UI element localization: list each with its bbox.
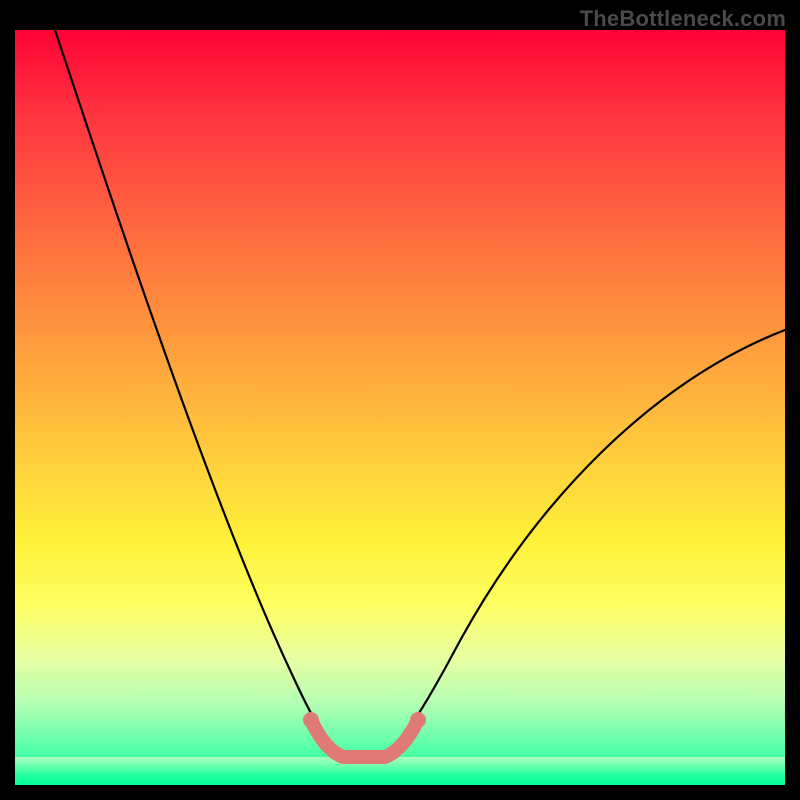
bottleneck-curve (55, 30, 785, 757)
chart-svg (15, 30, 785, 785)
chart-frame: TheBottleneck.com (0, 0, 800, 800)
valley-marker-dot-left (303, 712, 319, 728)
watermark-text: TheBottleneck.com (580, 6, 786, 32)
valley-marker (311, 720, 418, 757)
chart-plot-area (15, 30, 785, 785)
valley-marker-dot-right (410, 712, 426, 728)
